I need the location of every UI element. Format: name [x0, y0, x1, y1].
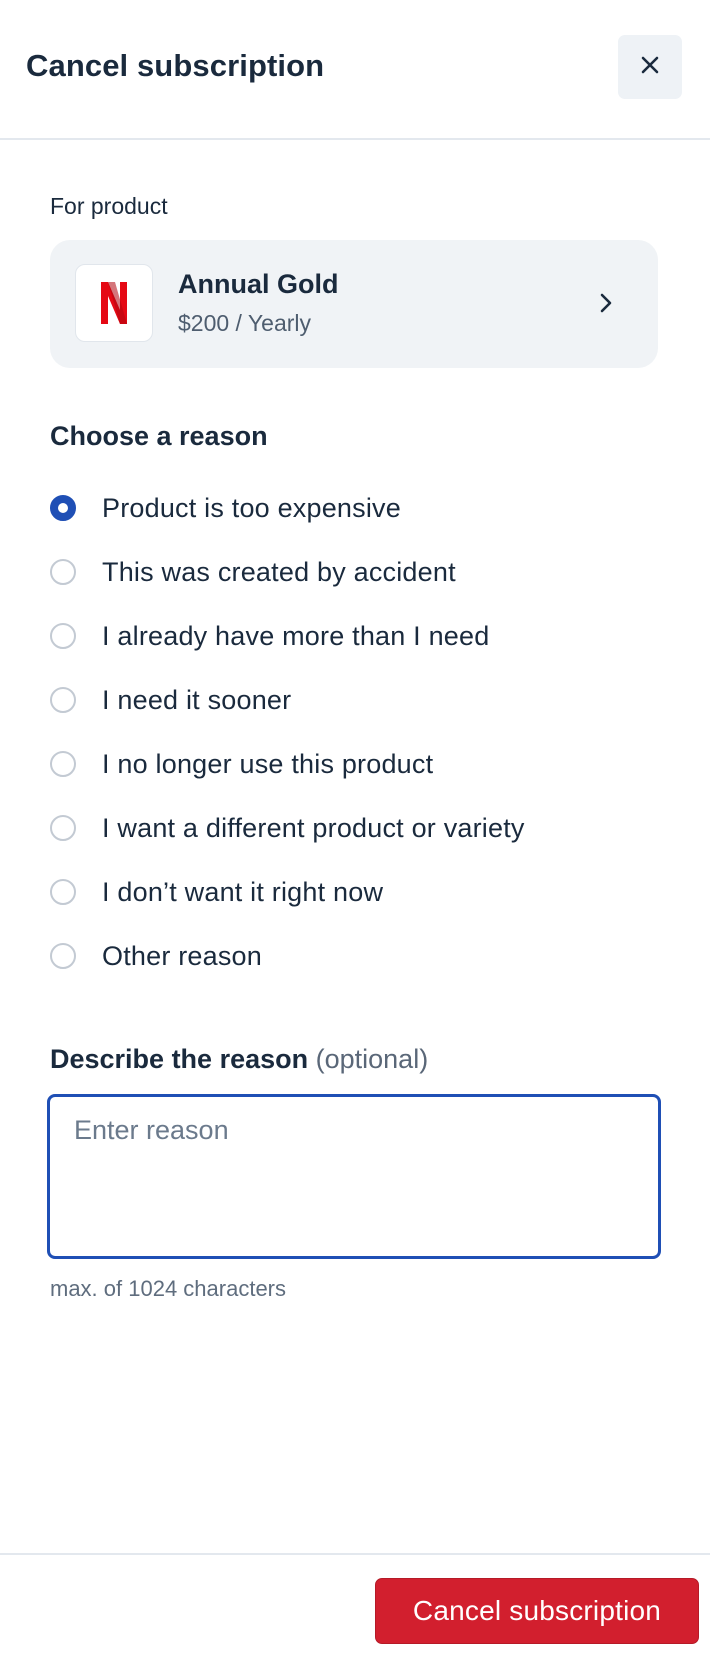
reason-option-label: I need it sooner	[102, 684, 292, 715]
cancel-subscription-button[interactable]: Cancel subscription	[375, 1578, 699, 1644]
dialog-footer: Cancel subscription	[0, 1553, 710, 1656]
radio-button[interactable]	[50, 751, 76, 777]
reason-option[interactable]: I already have more than I need	[50, 604, 670, 668]
dialog-title: Cancel subscription	[26, 48, 325, 83]
product-card[interactable]: Annual Gold $200 / Yearly	[50, 240, 658, 368]
radio-button[interactable]	[50, 943, 76, 969]
product-price: $200 / Yearly	[178, 310, 312, 336]
close-icon	[640, 55, 660, 80]
choose-reason-heading: Choose a reason	[50, 421, 268, 451]
reason-option[interactable]: I don’t want it right now	[50, 860, 670, 924]
radio-button[interactable]	[50, 559, 76, 585]
for-product-label: For product	[50, 193, 168, 219]
reason-option-label: I no longer use this product	[102, 748, 434, 779]
reason-radio-group: Product is too expensive This was create…	[50, 476, 670, 988]
reason-option-label: Product is too expensive	[102, 492, 401, 523]
dialog-header: Cancel subscription	[0, 0, 710, 140]
product-name: Annual Gold	[178, 269, 339, 299]
radio-button[interactable]	[50, 623, 76, 649]
reason-option[interactable]: Other reason	[50, 924, 670, 988]
reason-option-label: I already have more than I need	[102, 620, 490, 651]
close-button[interactable]	[618, 35, 682, 99]
chevron-right-icon	[596, 290, 616, 321]
reason-option-label: This was created by accident	[102, 556, 456, 587]
character-limit-hint: max. of 1024 characters	[50, 1276, 287, 1301]
reason-option[interactable]: I want a different product or variety	[50, 796, 670, 860]
radio-button[interactable]	[50, 687, 76, 713]
reason-option-label: I want a different product or variety	[102, 812, 525, 843]
reason-option-label: I don’t want it right now	[102, 876, 384, 907]
reason-option[interactable]: I need it sooner	[50, 668, 670, 732]
radio-button[interactable]	[50, 815, 76, 841]
describe-reason-label: Describe the reason (optional)	[50, 1044, 428, 1075]
reason-option[interactable]: Product is too expensive	[50, 476, 670, 540]
netflix-logo-icon	[75, 264, 153, 342]
reason-textarea[interactable]	[47, 1094, 661, 1259]
describe-reason-title: Describe the reason	[50, 1044, 309, 1074]
radio-button[interactable]	[50, 495, 76, 521]
reason-option-label: Other reason	[102, 940, 262, 971]
optional-tag: (optional)	[315, 1044, 429, 1074]
reason-option[interactable]: I no longer use this product	[50, 732, 670, 796]
reason-option[interactable]: This was created by accident	[50, 540, 670, 604]
radio-button[interactable]	[50, 879, 76, 905]
